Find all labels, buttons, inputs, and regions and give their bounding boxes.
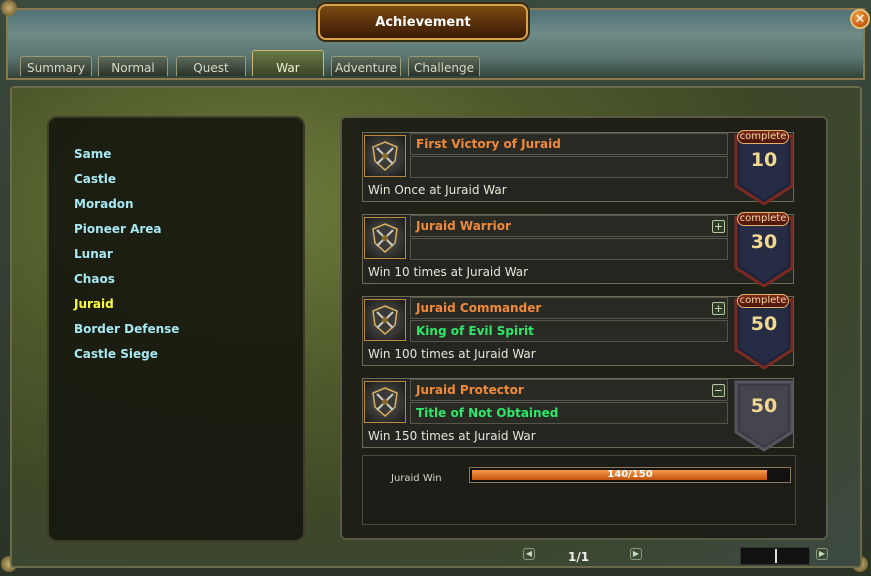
progress-section: Juraid Win 140/150 (362, 455, 796, 525)
close-button[interactable]: ✕ (850, 9, 870, 29)
scroll-right-button[interactable]: ▶ (816, 548, 828, 560)
tab-label: War (276, 61, 300, 75)
achievement-description-row: Win 100 times at Juraid War (362, 344, 728, 366)
tab-quest[interactable]: Quest (176, 56, 246, 76)
achievement-title: Juraid Commander (416, 301, 542, 315)
tab-label: Summary (27, 61, 85, 75)
points-value: 10 (750, 149, 778, 171)
achievement-title: First Victory of Juraid (416, 137, 561, 151)
corner-ornament (1, 0, 17, 16)
achievement-reward-row (410, 156, 728, 178)
achievement-description-row: Win 10 times at Juraid War (362, 262, 728, 284)
achievement-reward-row: King of Evil Spirit (410, 320, 728, 342)
right-arrow-icon: ▶ (818, 549, 826, 558)
points-badge: 50 (732, 374, 796, 452)
progress-bar: 140/150 (469, 467, 791, 483)
tab-adventure[interactable]: Adventure (331, 56, 401, 76)
collapse-toggle-button[interactable]: − (712, 384, 725, 397)
achievement-description: Win 150 times at Juraid War (368, 429, 536, 443)
sidebar-item-castle-siege[interactable]: Castle Siege (74, 347, 158, 361)
achievement-item: Juraid Warrior + Win 10 times at Juraid … (362, 212, 794, 288)
sidebar-item-chaos[interactable]: Chaos (74, 272, 115, 286)
achievement-description: Win 100 times at Juraid War (368, 347, 536, 361)
points-value: 50 (750, 395, 778, 417)
sidebar-item-border-defense[interactable]: Border Defense (74, 322, 179, 336)
achievement-description-row: Win Once at Juraid War (362, 180, 728, 202)
next-page-button[interactable]: ▶ (630, 548, 642, 560)
sidebar-item-juraid[interactable]: Juraid (74, 297, 114, 311)
next-arrow-icon: ▶ (632, 549, 640, 558)
points-value: 30 (750, 231, 778, 253)
tab-label: Quest (193, 61, 229, 75)
achievement-item: First Victory of Juraid Win Once at Jura… (362, 130, 794, 206)
prev-arrow-icon: ◀ (525, 549, 533, 558)
scroll-thumb[interactable] (775, 549, 777, 563)
sidebar-item-pioneer-area[interactable]: Pioneer Area (74, 222, 162, 236)
achievement-title: Juraid Warrior (416, 219, 511, 233)
sidebar-item-lunar[interactable]: Lunar (74, 247, 113, 261)
expand-toggle-button[interactable]: + (712, 220, 725, 233)
points-badge: complete 10 (732, 128, 796, 206)
achievement-item: Juraid Protector − Title of Not Obtained… (362, 378, 794, 452)
window-title-text: Achievement (375, 14, 471, 30)
tab-label: Normal (111, 61, 155, 75)
achievement-description: Win Once at Juraid War (368, 183, 507, 197)
expand-toggle-button[interactable]: + (712, 302, 725, 315)
crossed-swords-shield-icon (364, 135, 406, 177)
close-icon: ✕ (854, 11, 866, 27)
achievement-title-row: First Victory of Juraid (410, 133, 728, 155)
achievement-title-row: Juraid Warrior (410, 215, 728, 237)
complete-label: complete (737, 294, 789, 308)
prev-page-button[interactable]: ◀ (523, 548, 535, 560)
achievement-reward-row: Title of Not Obtained (410, 402, 728, 424)
tab-summary[interactable]: Summary (20, 56, 92, 76)
achievement-title: Juraid Protector (416, 383, 524, 397)
scroll-strip[interactable] (740, 547, 810, 565)
page-indicator: 1/1 (568, 550, 590, 564)
points-badge: complete 50 (732, 292, 796, 370)
achievement-description-row: Win 150 times at Juraid War (362, 426, 728, 448)
crossed-swords-shield-icon (364, 381, 406, 423)
complete-label: complete (737, 212, 789, 226)
achievement-item: Juraid Commander + King of Evil Spirit W… (362, 294, 794, 370)
tab-challenge[interactable]: Challenge (408, 56, 480, 76)
achievement-reward-row (410, 238, 728, 260)
tab-normal[interactable]: Normal (98, 56, 168, 76)
tab-label: Adventure (334, 61, 398, 75)
progress-label: Juraid Win (391, 473, 442, 484)
window-title: Achievement (318, 4, 528, 40)
achievement-reward: King of Evil Spirit (416, 324, 534, 338)
achievement-reward: Title of Not Obtained (416, 406, 559, 420)
sidebar-item-castle[interactable]: Castle (74, 172, 116, 186)
crossed-swords-shield-icon (364, 217, 406, 259)
crossed-swords-shield-icon (364, 299, 406, 341)
achievement-description: Win 10 times at Juraid War (368, 265, 529, 279)
sidebar-item-same[interactable]: Same (74, 147, 111, 161)
complete-label: complete (737, 130, 789, 144)
sidebar-item-moradon[interactable]: Moradon (74, 197, 134, 211)
achievement-title-row: Juraid Commander (410, 297, 728, 319)
tab-label: Challenge (414, 61, 474, 75)
points-badge: complete 30 (732, 210, 796, 288)
achievement-title-row: Juraid Protector (410, 379, 728, 401)
progress-text: 140/150 (607, 469, 653, 480)
tab-war[interactable]: War (252, 50, 324, 76)
points-value: 50 (750, 313, 778, 335)
